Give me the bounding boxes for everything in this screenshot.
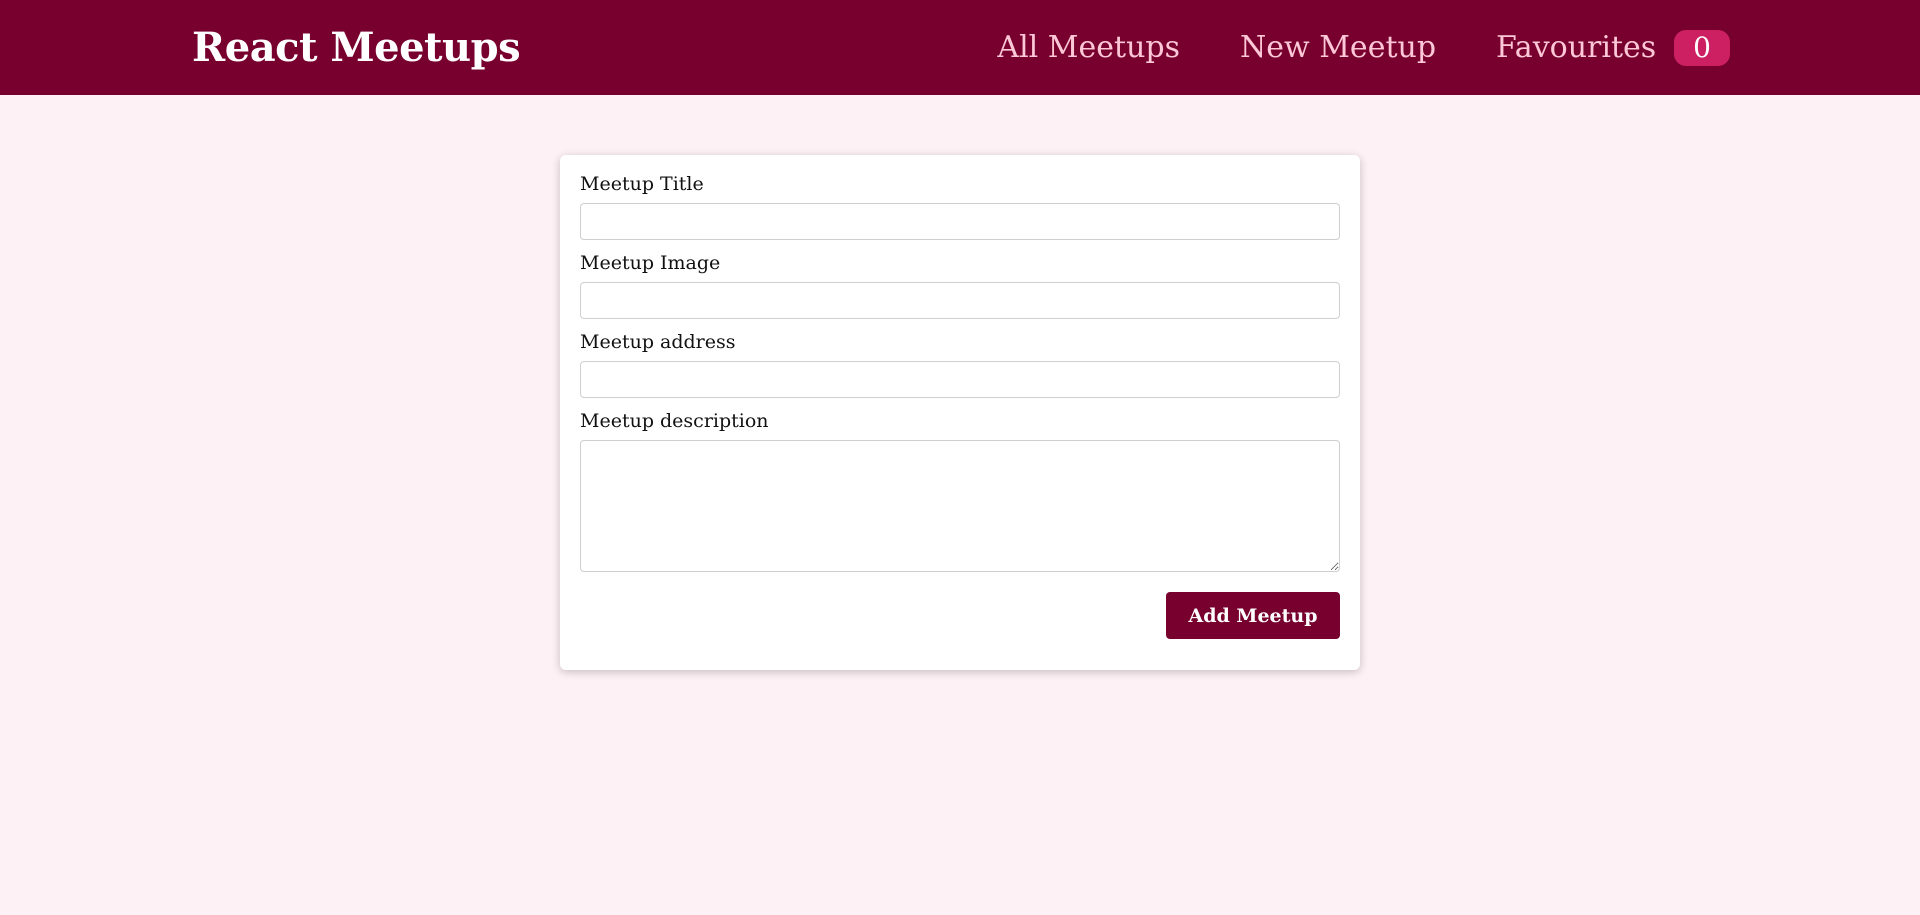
main-nav: All Meetups New Meetup Favourites 0 <box>997 29 1730 66</box>
address-input[interactable] <box>580 361 1340 398</box>
title-input[interactable] <box>580 203 1340 240</box>
add-meetup-button[interactable]: Add Meetup <box>1166 592 1340 639</box>
description-textarea[interactable] <box>580 440 1340 572</box>
image-control: Meetup Image <box>580 252 1340 319</box>
title-label: Meetup Title <box>580 173 704 195</box>
title-control: Meetup Title <box>580 173 1340 240</box>
address-control: Meetup address <box>580 331 1340 398</box>
app-logo: React Meetups <box>192 24 521 71</box>
description-control: Meetup description <box>580 410 1340 572</box>
nav-link-favourites[interactable]: Favourites 0 <box>1496 29 1730 66</box>
image-input[interactable] <box>580 282 1340 319</box>
nav-link-new-meetup[interactable]: New Meetup <box>1240 30 1436 65</box>
nav-link-favourites-label: Favourites <box>1496 30 1657 65</box>
description-label: Meetup description <box>580 410 769 432</box>
new-meetup-form: Meetup Title Meetup Image Meetup address… <box>560 155 1360 670</box>
favourites-count-badge: 0 <box>1674 29 1730 66</box>
address-label: Meetup address <box>580 331 736 353</box>
image-label: Meetup Image <box>580 252 721 274</box>
nav-link-all-meetups[interactable]: All Meetups <box>997 30 1180 65</box>
main-header: React Meetups All Meetups New Meetup Fav… <box>0 0 1920 95</box>
form-actions: Add Meetup <box>580 592 1340 639</box>
